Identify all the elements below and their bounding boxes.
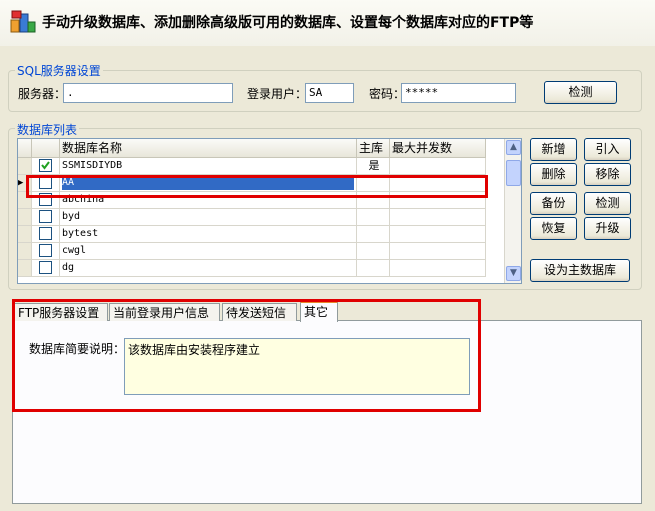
server-input[interactable]: . xyxy=(63,83,233,103)
upgrade-db-button[interactable]: 升级 xyxy=(584,217,631,240)
row-check-cell xyxy=(32,226,60,243)
delete-db-button[interactable]: 删除 xyxy=(530,163,577,186)
row-indicator xyxy=(18,260,32,277)
row-check-cell xyxy=(32,243,60,260)
row-checkbox[interactable] xyxy=(39,261,52,274)
selected-row-highlight xyxy=(26,175,488,198)
row-check-cell xyxy=(32,209,60,226)
db-max-cell[interactable] xyxy=(390,226,486,243)
scroll-down-icon[interactable]: ▼ xyxy=(506,266,521,281)
server-label: 服务器： xyxy=(18,87,67,101)
user-label: 登录用户： xyxy=(247,87,308,101)
db-name-cell[interactable]: cwgl xyxy=(60,243,357,260)
row-checkbox[interactable] xyxy=(39,227,52,240)
check-icon xyxy=(41,161,50,170)
row-indicator xyxy=(18,226,32,243)
check-db-button[interactable]: 检测 xyxy=(584,192,631,215)
check-connection-button[interactable]: 检测 xyxy=(544,81,617,104)
row-check-cell xyxy=(32,158,60,175)
remove-db-button[interactable]: 移除 xyxy=(584,163,631,186)
db-grid[interactable]: 数据库名称 主库 最大并发数 SSMISDIYDB 是 ▶ AA abchina byd b… xyxy=(17,138,522,284)
column-header-max[interactable]: 最大并发数 xyxy=(390,139,486,158)
backup-db-button[interactable]: 备份 xyxy=(530,192,577,215)
set-main-db-button[interactable]: 设为主数据库 xyxy=(530,259,630,282)
row-indicator xyxy=(18,243,32,260)
page-title: 手动升级数据库、添加删除高级版可用的数据库、设置每个数据库对应的FTP等 xyxy=(42,15,534,31)
column-header-main[interactable]: 主库 xyxy=(357,139,390,158)
column-header-name[interactable]: 数据库名称 xyxy=(60,139,357,158)
db-name-cell[interactable]: SSMISDIYDB xyxy=(60,158,357,175)
db-max-cell[interactable] xyxy=(390,158,486,175)
db-max-cell[interactable] xyxy=(390,243,486,260)
db-name-cell[interactable]: dg xyxy=(60,260,357,277)
scroll-thumb[interactable] xyxy=(506,160,521,186)
database-app-icon xyxy=(10,10,36,34)
other-tab-highlight xyxy=(12,299,481,412)
import-db-button[interactable]: 引入 xyxy=(584,138,631,161)
password-input[interactable]: ***** xyxy=(401,83,516,103)
row-checkbox[interactable] xyxy=(39,159,52,172)
grid-vertical-scrollbar[interactable]: ▲ ▼ xyxy=(504,139,521,283)
add-db-button[interactable]: 新增 xyxy=(530,138,577,161)
sql-settings-title: SQL服务器设置 xyxy=(15,62,103,79)
password-label: 密码： xyxy=(369,87,406,101)
db-max-cell[interactable] xyxy=(390,260,486,277)
db-list-title: 数据库列表 xyxy=(15,121,80,138)
row-check-cell xyxy=(32,260,60,277)
scroll-up-icon[interactable]: ▲ xyxy=(506,140,521,155)
grid-row-indicator-header xyxy=(18,139,32,158)
db-name-cell[interactable]: byd xyxy=(60,209,357,226)
db-main-cell[interactable] xyxy=(357,209,390,226)
user-input[interactable]: SA xyxy=(305,83,354,103)
row-indicator xyxy=(18,158,32,175)
restore-db-button[interactable]: 恢复 xyxy=(530,217,577,240)
db-main-cell[interactable]: 是 xyxy=(357,158,390,175)
row-checkbox[interactable] xyxy=(39,244,52,257)
db-main-cell[interactable] xyxy=(357,226,390,243)
db-max-cell[interactable] xyxy=(390,209,486,226)
db-name-cell[interactable]: bytest xyxy=(60,226,357,243)
db-main-cell[interactable] xyxy=(357,260,390,277)
grid-check-header xyxy=(32,139,60,158)
row-checkbox[interactable] xyxy=(39,210,52,223)
db-main-cell[interactable] xyxy=(357,243,390,260)
row-indicator xyxy=(18,209,32,226)
